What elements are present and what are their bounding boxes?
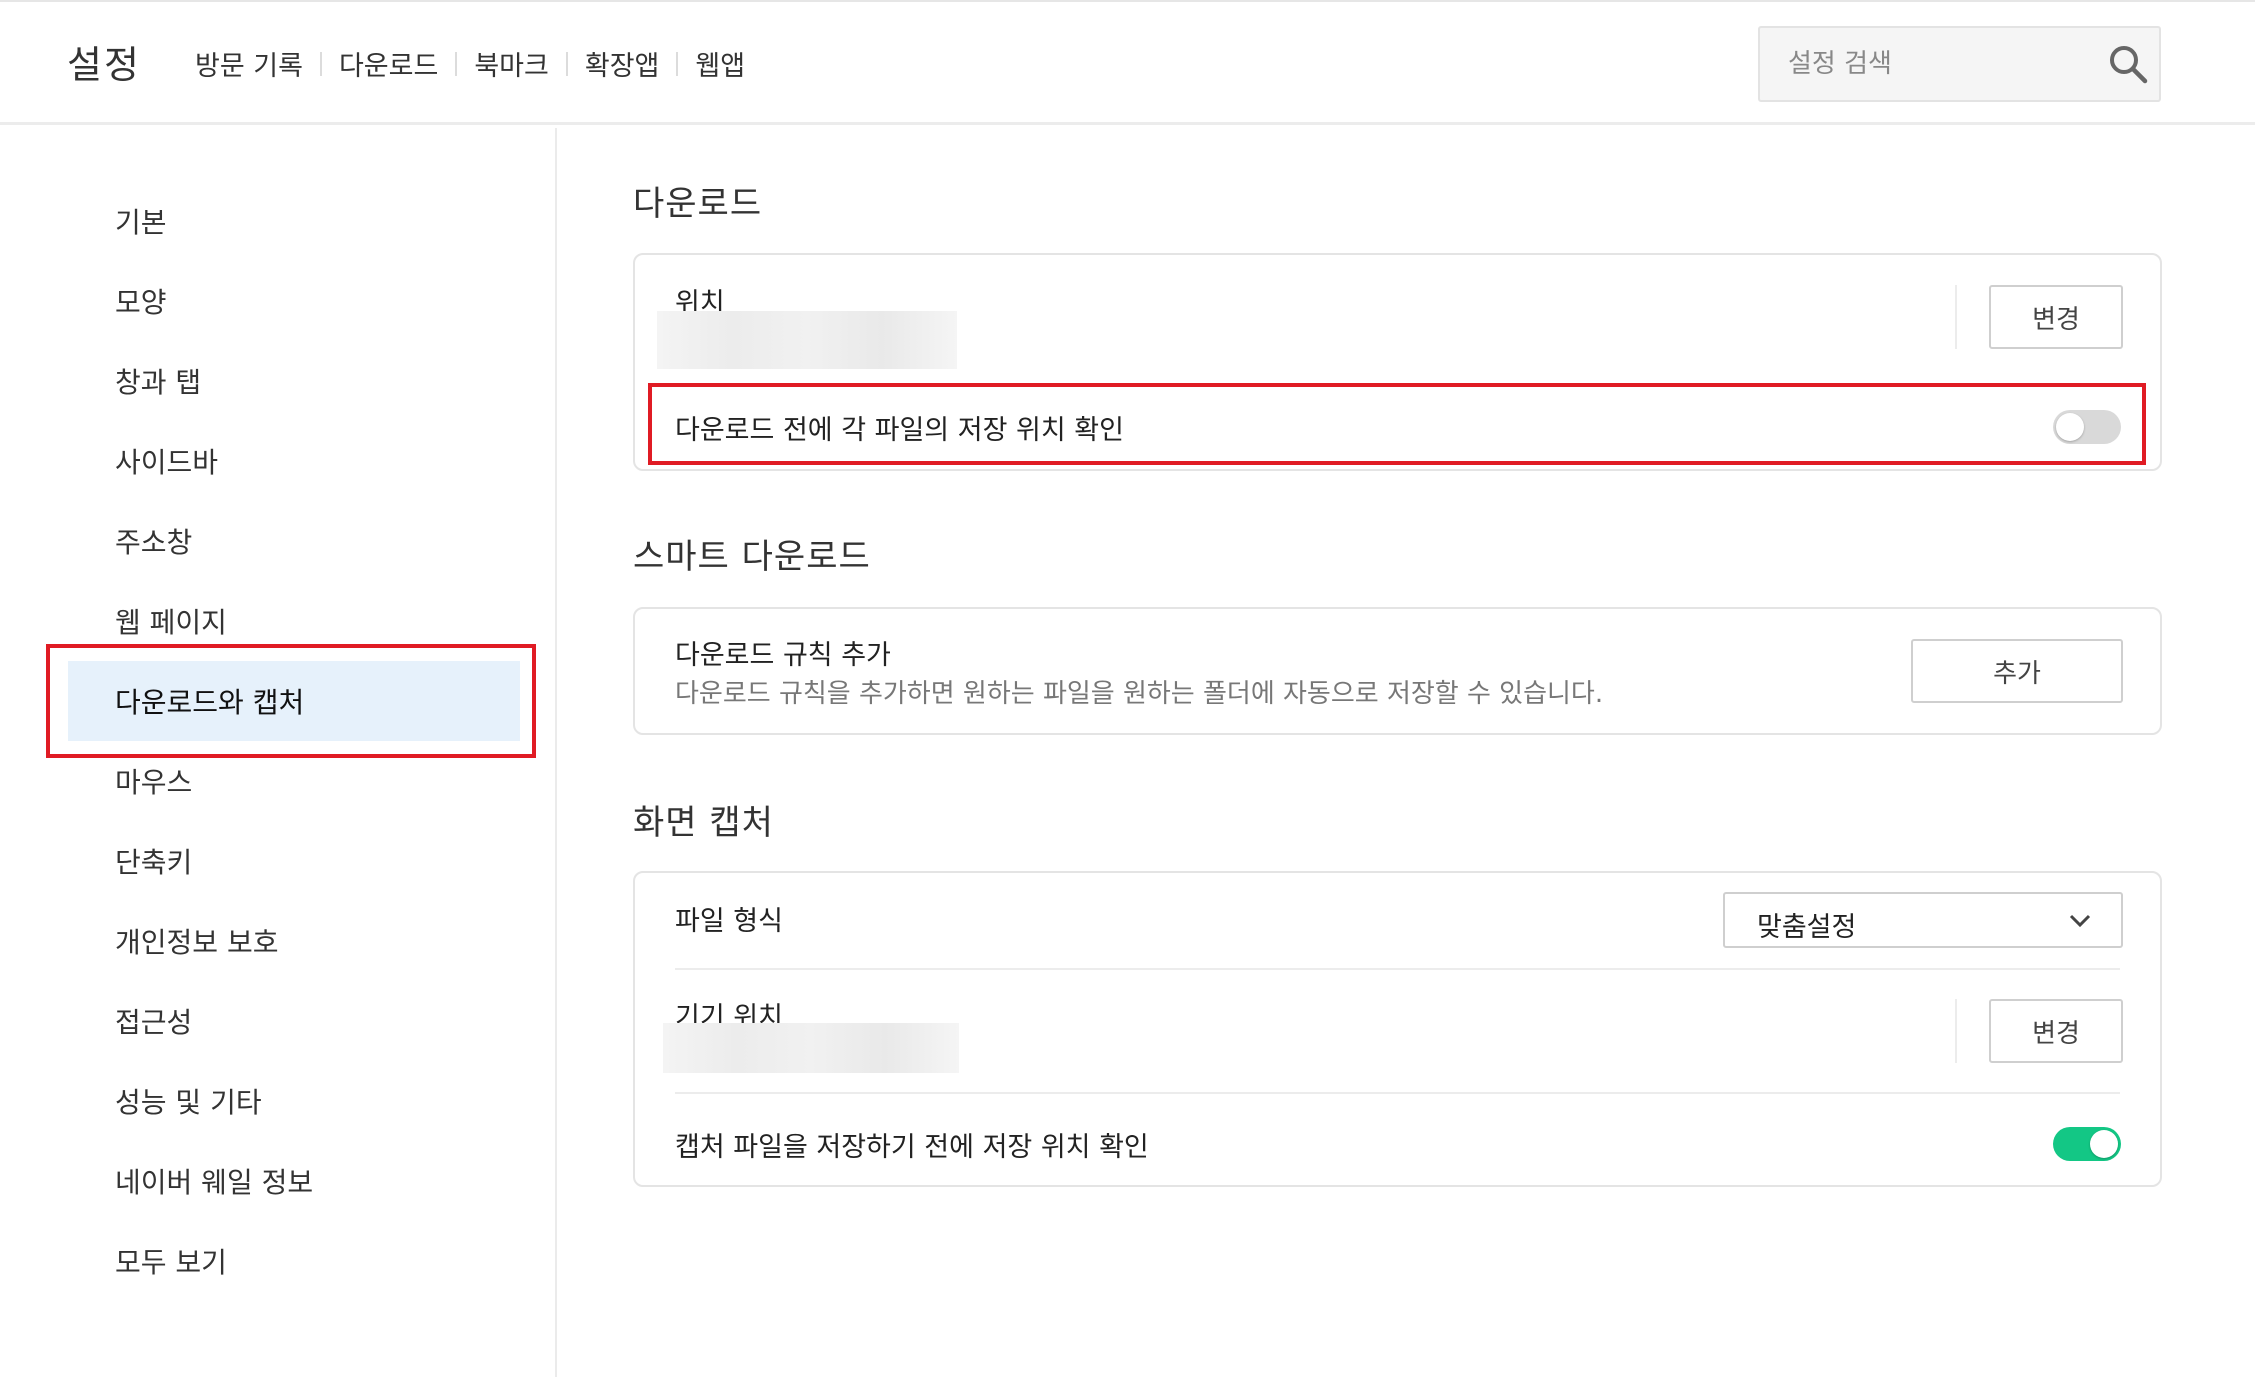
capture-location-path (663, 1023, 959, 1073)
download-rule-description: 다운로드 규칙을 추가하면 원하는 파일을 원하는 폴더에 자동으로 저장할 수… (675, 679, 1604, 709)
capture-change-button[interactable]: 변경 (1989, 999, 2123, 1063)
sidebar-item-accessibility[interactable]: 접근성 (68, 981, 520, 1061)
download-rule-label: 다운로드 규칙 추가 (675, 640, 891, 671)
nav-history[interactable]: 방문 기록 (195, 44, 320, 83)
file-format-select[interactable]: 맞춤설정 (1723, 892, 2123, 948)
smart-download-card: 다운로드 규칙 추가 다운로드 규칙을 추가하면 원하는 파일을 원하는 폴더에… (633, 607, 2162, 735)
download-change-button[interactable]: 변경 (1989, 285, 2123, 349)
section-title-smart-download: 스마트 다운로드 (633, 537, 871, 577)
divider (1955, 285, 1957, 349)
search-input[interactable] (1760, 28, 2090, 100)
nav-downloads[interactable]: 다운로드 (322, 44, 455, 83)
sidebar-item-downloads-capture[interactable]: 다운로드와 캡처 (68, 661, 520, 741)
divider (675, 1092, 2120, 1094)
search-icon[interactable] (2106, 42, 2150, 86)
section-title-download: 다운로드 (633, 184, 763, 224)
nav-bookmarks[interactable]: 북마크 (457, 44, 566, 83)
download-card: 위치 변경 다운로드 전에 각 파일의 저장 위치 확인 (633, 253, 2162, 471)
capture-ask-toggle[interactable] (2053, 1127, 2121, 1161)
sidebar: 기본 모양 창과 탭 사이드바 주소창 웹 페이지 다운로드와 캡처 마우스 단… (0, 128, 557, 1377)
sidebar-item-windows-tabs[interactable]: 창과 탭 (68, 341, 520, 421)
sidebar-item-performance[interactable]: 성능 및 기타 (68, 1061, 520, 1141)
top-nav: 방문 기록 다운로드 북마크 확장앱 웹앱 (195, 44, 762, 83)
search-box (1758, 26, 2161, 102)
sidebar-item-privacy[interactable]: 개인정보 보호 (68, 901, 520, 981)
sidebar-item-appearance[interactable]: 모양 (68, 261, 520, 341)
sidebar-item-shortcuts[interactable]: 단축키 (68, 821, 520, 901)
download-ask-toggle[interactable] (2053, 410, 2121, 444)
sidebar-item-sidebar[interactable]: 사이드바 (68, 421, 520, 501)
chevron-down-icon (2069, 914, 2091, 928)
file-format-value: 맞춤설정 (1757, 912, 1857, 943)
sidebar-item-about[interactable]: 네이버 웨일 정보 (68, 1141, 520, 1221)
sidebar-item-web-page[interactable]: 웹 페이지 (68, 581, 520, 661)
file-format-label: 파일 형식 (675, 906, 783, 937)
download-ask-label: 다운로드 전에 각 파일의 저장 위치 확인 (675, 415, 1124, 446)
sidebar-item-show-all[interactable]: 모두 보기 (68, 1221, 520, 1301)
toggle-knob (2056, 413, 2084, 441)
toggle-knob (2090, 1130, 2118, 1158)
capture-ask-label: 캡처 파일을 저장하기 전에 저장 위치 확인 (675, 1132, 1149, 1163)
download-location-path (657, 311, 957, 369)
top-bar: 설정 방문 기록 다운로드 북마크 확장앱 웹앱 (0, 0, 2255, 125)
nav-webapps[interactable]: 웹앱 (678, 44, 762, 83)
divider (1955, 999, 1957, 1063)
sidebar-item-basic[interactable]: 기본 (68, 181, 520, 261)
sidebar-item-mouse[interactable]: 마우스 (68, 741, 520, 821)
sidebar-item-address-bar[interactable]: 주소창 (68, 501, 520, 581)
nav-extensions[interactable]: 확장앱 (568, 44, 677, 83)
add-rule-button[interactable]: 추가 (1911, 639, 2123, 703)
screen-capture-card: 파일 형식 맞춤설정 기기 위치 변경 캡처 파일을 저장하기 전에 저장 위치… (633, 871, 2162, 1187)
section-title-screen-capture: 화면 캡처 (633, 803, 774, 843)
page-title: 설정 (67, 43, 141, 87)
divider (675, 968, 2120, 970)
